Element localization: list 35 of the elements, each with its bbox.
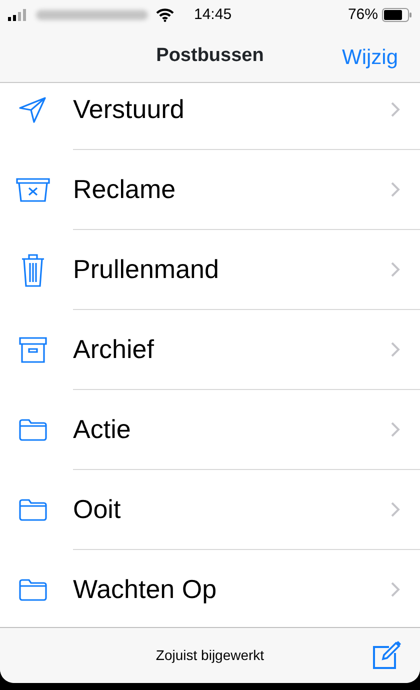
mailbox-label: Wachten Op [73, 573, 218, 606]
mailbox-row[interactable]: Reclame [0, 150, 420, 230]
mailbox-label: Prullenmand [73, 253, 220, 286]
mailbox-row[interactable]: Archief [0, 310, 420, 390]
battery-icon [382, 8, 412, 22]
folder-icon [18, 419, 46, 441]
mailbox-row[interactable]: Ooit [0, 470, 420, 550]
junk-box-icon [16, 178, 50, 202]
chevron-icon [391, 502, 400, 517]
update-status: Zojuist bijgewerkt [156, 646, 264, 665]
mailbox-row[interactable]: Actie [0, 390, 420, 470]
trash-icon [20, 253, 44, 287]
mailbox-label: Reclame [73, 173, 177, 206]
mailbox-label: Archief [73, 333, 155, 366]
edit-button[interactable]: Wijzig [342, 42, 398, 74]
mailbox-row[interactable]: Verstuurd [0, 83, 420, 150]
chevron-icon [391, 262, 400, 277]
send-icon [18, 97, 46, 123]
folder-icon [18, 499, 46, 521]
chevron-icon [391, 582, 400, 597]
mailbox-row[interactable]: Prullenmand [0, 230, 420, 310]
status-time: 14:45 [194, 4, 232, 25]
nav-title: Postbussen [156, 44, 264, 68]
archive-box-icon [18, 337, 46, 363]
battery-percentage: 76% [348, 4, 378, 25]
mailbox-label: Ooit [73, 493, 122, 526]
mailbox-label: Verstuurd [73, 93, 186, 126]
chevron-icon [391, 422, 400, 437]
mailbox-label: Actie [73, 413, 132, 446]
compose-icon[interactable] [372, 640, 402, 670]
chevron-icon [391, 342, 400, 357]
chevron-icon [391, 102, 400, 117]
folder-icon [18, 579, 46, 601]
wifi-icon [156, 8, 174, 22]
chevron-icon [391, 182, 400, 197]
